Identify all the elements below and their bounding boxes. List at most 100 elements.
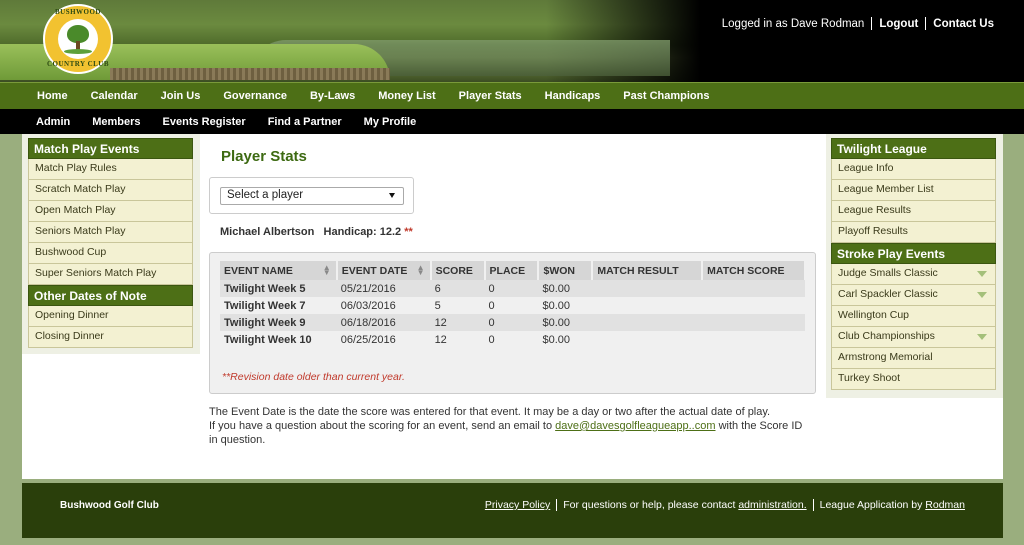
administration-link[interactable]: administration. [738, 499, 806, 511]
logout-link[interactable]: Logout [879, 18, 918, 30]
club-logo[interactable]: BUSHWOOD COUNTRY CLUB [43, 4, 113, 74]
expand-arrow-icon[interactable] [977, 334, 987, 340]
sidebar-item-opening-dinner[interactable]: Opening Dinner [28, 306, 193, 327]
sidebar-item-playoff-results[interactable]: Playoff Results [831, 222, 996, 243]
app-credit-text: League Application by [819, 499, 923, 511]
cell-match-score [702, 331, 805, 348]
privacy-policy-link[interactable]: Privacy Policy [485, 499, 550, 511]
sidebar-item-league-results[interactable]: League Results [831, 201, 996, 222]
nav-members[interactable]: Members [92, 116, 140, 128]
sidebar-item-bushwood-cup[interactable]: Bushwood Cup [28, 243, 193, 264]
cell-place: 0 [484, 314, 539, 331]
nav-handicaps[interactable]: Handicaps [545, 90, 601, 102]
cell-event-date: 06/25/2016 [336, 331, 431, 348]
nav-calendar[interactable]: Calendar [91, 90, 138, 102]
sort-icon[interactable]: ▲ ▼ [323, 264, 331, 277]
cell-score: 12 [430, 331, 485, 348]
sidebar-item-label: Wellington Cup [838, 309, 910, 321]
cell-won: $0.00 [538, 297, 593, 314]
expand-arrow-icon[interactable] [977, 292, 987, 298]
nav-my-profile[interactable]: My Profile [364, 116, 417, 128]
cell-place: 0 [484, 331, 539, 348]
cell-event-date: 06/18/2016 [336, 314, 431, 331]
logo-tree-emblem [58, 19, 98, 59]
other-dates-heading: Other Dates of Note [28, 285, 193, 306]
column-header-won[interactable]: $WON [538, 261, 594, 280]
left-sidebar: Match Play Events Match Play Rules Scrat… [28, 138, 193, 348]
sidebar-item-label: Armstrong Memorial [838, 351, 933, 363]
sidebar-item-turkey-shoot[interactable]: Turkey Shoot [831, 369, 996, 390]
table-row: Twilight Week 7 06/03/2016 5 0 $0.00 [220, 297, 805, 314]
sidebar-item-scratch-match-play[interactable]: Scratch Match Play [28, 180, 193, 201]
footnote-question: If you have a question about the scoring… [209, 419, 809, 447]
nav-by-laws[interactable]: By-Laws [310, 90, 355, 102]
table-row: Twilight Week 9 06/18/2016 12 0 $0.00 [220, 314, 805, 331]
sidebar-item-judge-smalls-classic[interactable]: Judge Smalls Classic [831, 264, 996, 285]
sidebar-item-label: Judge Smalls Classic [838, 267, 938, 279]
stats-panel: EVENT NAME ▲ ▼ EVENT DATE ▲ ▼ SCORE PLACE $W… [209, 252, 816, 394]
player-select-panel: Select a player [209, 177, 414, 214]
player-name: Michael Albertson [220, 226, 315, 238]
sidebar-item-match-play-rules[interactable]: Match Play Rules [28, 159, 193, 180]
cell-match-score [702, 297, 805, 314]
sidebar-item-label: Club Championships [838, 330, 935, 342]
footer-club-name: Bushwood Golf Club [60, 500, 159, 511]
table-row: Twilight Week 5 05/21/2016 6 0 $0.00 [220, 280, 805, 297]
sort-icon[interactable]: ▲ ▼ [417, 264, 425, 277]
footnote-question-text: If you have a question about the scoring… [209, 420, 556, 432]
sidebar-item-carl-spackler-classic[interactable]: Carl Spackler Classic [831, 285, 996, 306]
player-handicap: Handicap: 12.2 [323, 226, 402, 238]
nav-past-champions[interactable]: Past Champions [623, 90, 709, 102]
sidebar-item-league-member-list[interactable]: League Member List [831, 180, 996, 201]
player-select[interactable]: Select a player [220, 187, 404, 205]
cell-match-score [702, 314, 805, 331]
nav-join-us[interactable]: Join Us [161, 90, 201, 102]
sidebar-item-wellington-cup[interactable]: Wellington Cup [831, 306, 996, 327]
cell-event-date: 06/03/2016 [336, 297, 431, 314]
column-header-match-result[interactable]: MATCH RESULT [592, 261, 704, 280]
scoring-footnote: The Event Date is the date the score was… [209, 405, 809, 447]
nav-money-list[interactable]: Money List [378, 90, 435, 102]
cell-match-result [592, 297, 703, 314]
cell-match-score [702, 280, 805, 297]
contact-us-link[interactable]: Contact Us [933, 18, 994, 30]
nav-events-register[interactable]: Events Register [163, 116, 246, 128]
cell-event-name: Twilight Week 7 [220, 297, 337, 314]
sidebar-item-armstrong-memorial[interactable]: Armstrong Memorial [831, 348, 996, 369]
nav-find-a-partner[interactable]: Find a Partner [268, 116, 342, 128]
divider [871, 17, 873, 30]
column-header-score[interactable]: SCORE [430, 261, 486, 280]
nav-home[interactable]: Home [37, 90, 68, 102]
sidebar-item-closing-dinner[interactable]: Closing Dinner [28, 327, 193, 348]
cell-event-name: Twilight Week 9 [220, 314, 337, 331]
column-header-event-name[interactable]: EVENT NAME ▲ ▼ [220, 261, 338, 280]
twilight-league-heading: Twilight League [831, 138, 996, 159]
sidebar-item-label: Turkey Shoot [838, 372, 901, 384]
logo-text-top: BUSHWOOD [54, 8, 101, 16]
email-link[interactable]: dave@davesgolfleagueapp..com [555, 420, 715, 432]
sidebar-item-club-championships[interactable]: Club Championships [831, 327, 996, 348]
cell-event-name: Twilight Week 5 [220, 280, 337, 297]
sidebar-item-league-info[interactable]: League Info [831, 159, 996, 180]
nav-player-stats[interactable]: Player Stats [459, 90, 522, 102]
column-header-event-date[interactable]: EVENT DATE ▲ ▼ [336, 261, 432, 280]
column-header-place[interactable]: PLACE [484, 261, 540, 280]
help-text: For questions or help, please contact [563, 499, 736, 511]
nav-admin[interactable]: Admin [36, 116, 70, 128]
revision-note: **Revision date older than current year. [222, 371, 405, 383]
handicap-flag: ** [404, 226, 413, 238]
expand-arrow-icon[interactable] [977, 271, 987, 277]
rodman-link[interactable]: Rodman [925, 499, 965, 511]
cell-event-name: Twilight Week 10 [220, 331, 337, 348]
user-bar: Logged in as Dave Rodman Logout Contact … [722, 17, 994, 30]
sidebar-item-super-seniors-match-play[interactable]: Super Seniors Match Play [28, 264, 193, 285]
column-header-match-score[interactable]: MATCH SCORE [702, 261, 806, 280]
match-play-events-heading: Match Play Events [28, 138, 193, 159]
cell-won: $0.00 [538, 331, 593, 348]
sidebar-item-seniors-match-play[interactable]: Seniors Match Play [28, 222, 193, 243]
player-select-value: Select a player [227, 189, 304, 201]
sidebar-item-open-match-play[interactable]: Open Match Play [28, 201, 193, 222]
cell-match-result [592, 314, 703, 331]
nav-governance[interactable]: Governance [223, 90, 287, 102]
footer-links: Privacy Policy For questions or help, pl… [485, 499, 965, 511]
